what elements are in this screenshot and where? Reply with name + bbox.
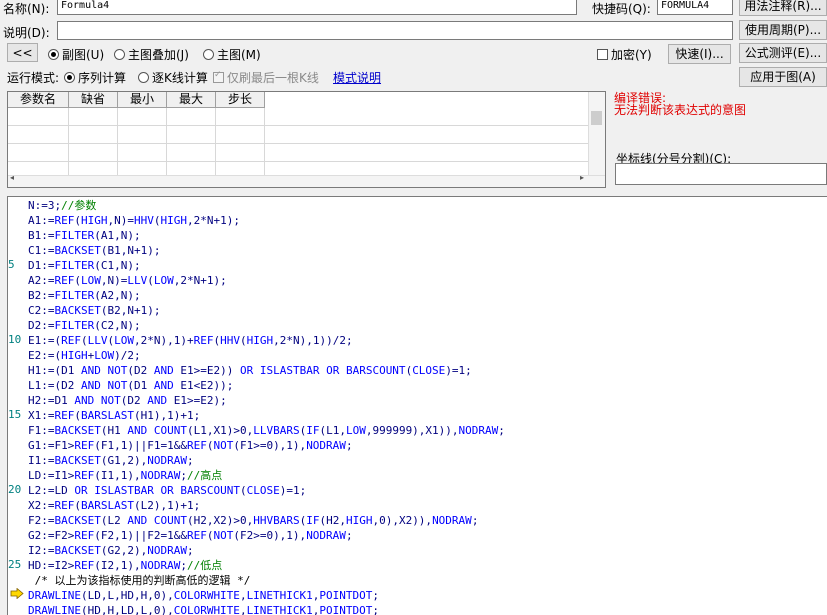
per-bar-calc-label: 逐K线计算 xyxy=(152,71,208,85)
radio-icon xyxy=(203,49,214,60)
code-line: B2:=FILTER(A2,N); xyxy=(28,289,141,302)
mode-help-link[interactable]: 模式说明 xyxy=(333,69,381,86)
radio-main-overlay[interactable]: 主图叠加(J) xyxy=(114,46,189,63)
current-line-arrow-icon xyxy=(10,588,24,599)
usage-notes-button[interactable]: 用法注释(R)... xyxy=(739,0,827,16)
code-line: E1:=(REF(LLV(LOW,2*N),1)+REF(HHV(HIGH,2*… xyxy=(28,334,353,347)
refresh-last-bar-checkbox[interactable]: 仅刷最后一根K线 xyxy=(213,69,319,86)
line-number: 20 xyxy=(8,483,22,496)
axis-lines-field[interactable] xyxy=(615,163,827,185)
code-line: DRAWLINE(LD,L,HD,H,0),COLORWHITE,LINETHI… xyxy=(28,589,380,602)
code-line: G1:=F1>REF(F1,1)||F1=1&&REF(NOT(F1>=0),1… xyxy=(28,439,353,452)
code-line: C2:=BACKSET(B2,N+1); xyxy=(28,304,161,317)
col-header-name[interactable]: 参数名 xyxy=(8,92,69,108)
code-line: B1:=FILTER(A1,N); xyxy=(28,229,141,242)
quick-button[interactable]: 快速(I)... xyxy=(668,44,731,64)
radio-icon xyxy=(138,72,149,83)
code-line: D1:=FILTER(C1,N); xyxy=(28,259,141,272)
checkbox-icon xyxy=(597,49,608,60)
code-line: DRAWLINE(HD,H,LD,L,0),COLORWHITE,LINETHI… xyxy=(28,604,380,615)
col-header-step[interactable]: 步长 xyxy=(216,92,265,108)
line-number: 25 xyxy=(8,558,22,571)
shortcut-field[interactable]: FORMULA4 xyxy=(657,0,733,15)
parameter-table[interactable]: 参数名 缺省 最小 最大 步长 ◂ ▸ xyxy=(7,91,606,188)
apply-to-chart-button[interactable]: 应用于图(A) xyxy=(739,67,827,87)
code-line: I1:=BACKSET(G1,2),NODRAW; xyxy=(28,454,194,467)
code-editor[interactable]: N:=3;//参数 A1:=REF(HIGH,N)=HHV(HIGH,2*N+1)… xyxy=(7,196,827,615)
code-line: X2:=REF(BARSLAST(L2),1)+1; xyxy=(28,499,201,512)
name-field[interactable]: Formula4 xyxy=(57,0,577,15)
code-line: X1:=REF(BARSLAST(H1),1)+1; xyxy=(28,409,201,422)
sequence-calc-label: 序列计算 xyxy=(78,71,127,85)
code-line: N:=3;//参数 xyxy=(28,199,97,212)
col-header-default[interactable]: 缺省 xyxy=(69,92,118,108)
run-mode-label: 运行模式: xyxy=(7,71,60,85)
row-divider xyxy=(8,161,591,162)
formula-test-button[interactable]: 公式测评(E)... xyxy=(739,43,827,63)
col-divider xyxy=(117,108,118,178)
radio-sequence-calc[interactable]: 序列计算 xyxy=(64,69,126,86)
code-line: C1:=BACKSET(B1,N+1); xyxy=(28,244,161,257)
line-number: 15 xyxy=(8,408,22,421)
code-line: A1:=REF(HIGH,N)=HHV(HIGH,2*N+1); xyxy=(28,214,240,227)
radio-selected-icon xyxy=(48,49,59,60)
scroll-left-icon[interactable]: ◂ xyxy=(10,173,14,182)
col-divider xyxy=(264,108,265,178)
encrypt-checkbox[interactable]: 加密(Y) xyxy=(597,46,652,63)
code-line: H2:=D1 AND NOT(D2 AND E1>=E2); xyxy=(28,394,227,407)
refresh-last-bar-label: 仅刷最后一根K线 xyxy=(227,71,319,85)
radio-per-bar-calc[interactable]: 逐K线计算 xyxy=(138,69,208,86)
radio-sub-chart-label: 副图(U) xyxy=(62,48,105,62)
radio-main-chart[interactable]: 主图(M) xyxy=(203,46,261,63)
code-line: F2:=BACKSET(L2 AND COUNT(H2,X2)>0,HHVBAR… xyxy=(28,514,479,527)
compile-error-message: 无法判断该表达式的意图 xyxy=(614,103,747,117)
radio-sub-chart[interactable]: 副图(U) xyxy=(48,46,104,63)
line-number: 5 xyxy=(8,258,15,271)
code-line: E2:=(HIGH+LOW)/2; xyxy=(28,349,141,362)
shortcut-label: 快捷码(Q): xyxy=(592,2,651,16)
use-period-button[interactable]: 使用周期(P)... xyxy=(739,20,827,40)
name-label: 名称(N): xyxy=(3,2,50,16)
checkbox-disabled-icon xyxy=(213,70,224,83)
col-divider xyxy=(68,108,69,178)
radio-icon xyxy=(114,49,125,60)
scroll-thumb[interactable] xyxy=(591,111,602,125)
radio-main-overlay-label: 主图叠加(J) xyxy=(128,48,189,62)
col-divider xyxy=(215,108,216,178)
table-vertical-scrollbar[interactable] xyxy=(588,92,605,178)
row-divider xyxy=(8,143,591,144)
encrypt-label: 加密(Y) xyxy=(611,48,652,62)
code-line: H1:=(D1 AND NOT(D2 AND E1>=E2)) OR ISLAS… xyxy=(28,364,472,377)
code-line: LD:=I1>REF(I1,1),NODRAW;//高点 xyxy=(28,469,223,482)
code-line: L1:=(D2 AND NOT(D1 AND E1<E2)); xyxy=(28,379,234,392)
code-line: G2:=F2>REF(F2,1)||F2=1&&REF(NOT(F2>=0),1… xyxy=(28,529,353,542)
col-header-min[interactable]: 最小 xyxy=(118,92,167,108)
description-label: 说明(D): xyxy=(3,26,50,40)
row-divider xyxy=(8,125,591,126)
code-line: A2:=REF(LOW,N)=LLV(LOW,2*N+1); xyxy=(28,274,227,287)
col-divider xyxy=(166,108,167,178)
description-field[interactable] xyxy=(57,21,733,40)
radio-selected-icon xyxy=(64,72,75,83)
scroll-right-icon[interactable]: ▸ xyxy=(580,173,584,182)
code-line: HD:=I2>REF(I2,1),NODRAW;//低点 xyxy=(28,559,223,572)
code-line: I2:=BACKSET(G2,2),NODRAW; xyxy=(28,544,194,557)
collapse-button[interactable]: << xyxy=(7,43,38,62)
radio-main-chart-label: 主图(M) xyxy=(217,48,261,62)
col-header-max[interactable]: 最大 xyxy=(167,92,216,108)
line-number: 10 xyxy=(8,333,22,346)
table-horizontal-scrollbar[interactable]: ◂ ▸ xyxy=(8,173,605,187)
code-line: /* 以上为该指标使用的判断高低的逻辑 */ xyxy=(28,574,251,587)
code-line: L2:=LD OR ISLASTBAR OR BARSCOUNT(CLOSE)=… xyxy=(28,484,307,497)
code-line: D2:=FILTER(C2,N); xyxy=(28,319,141,332)
code-line: F1:=BACKSET(H1 AND COUNT(L1,X1)>0,LLVBAR… xyxy=(28,424,505,437)
